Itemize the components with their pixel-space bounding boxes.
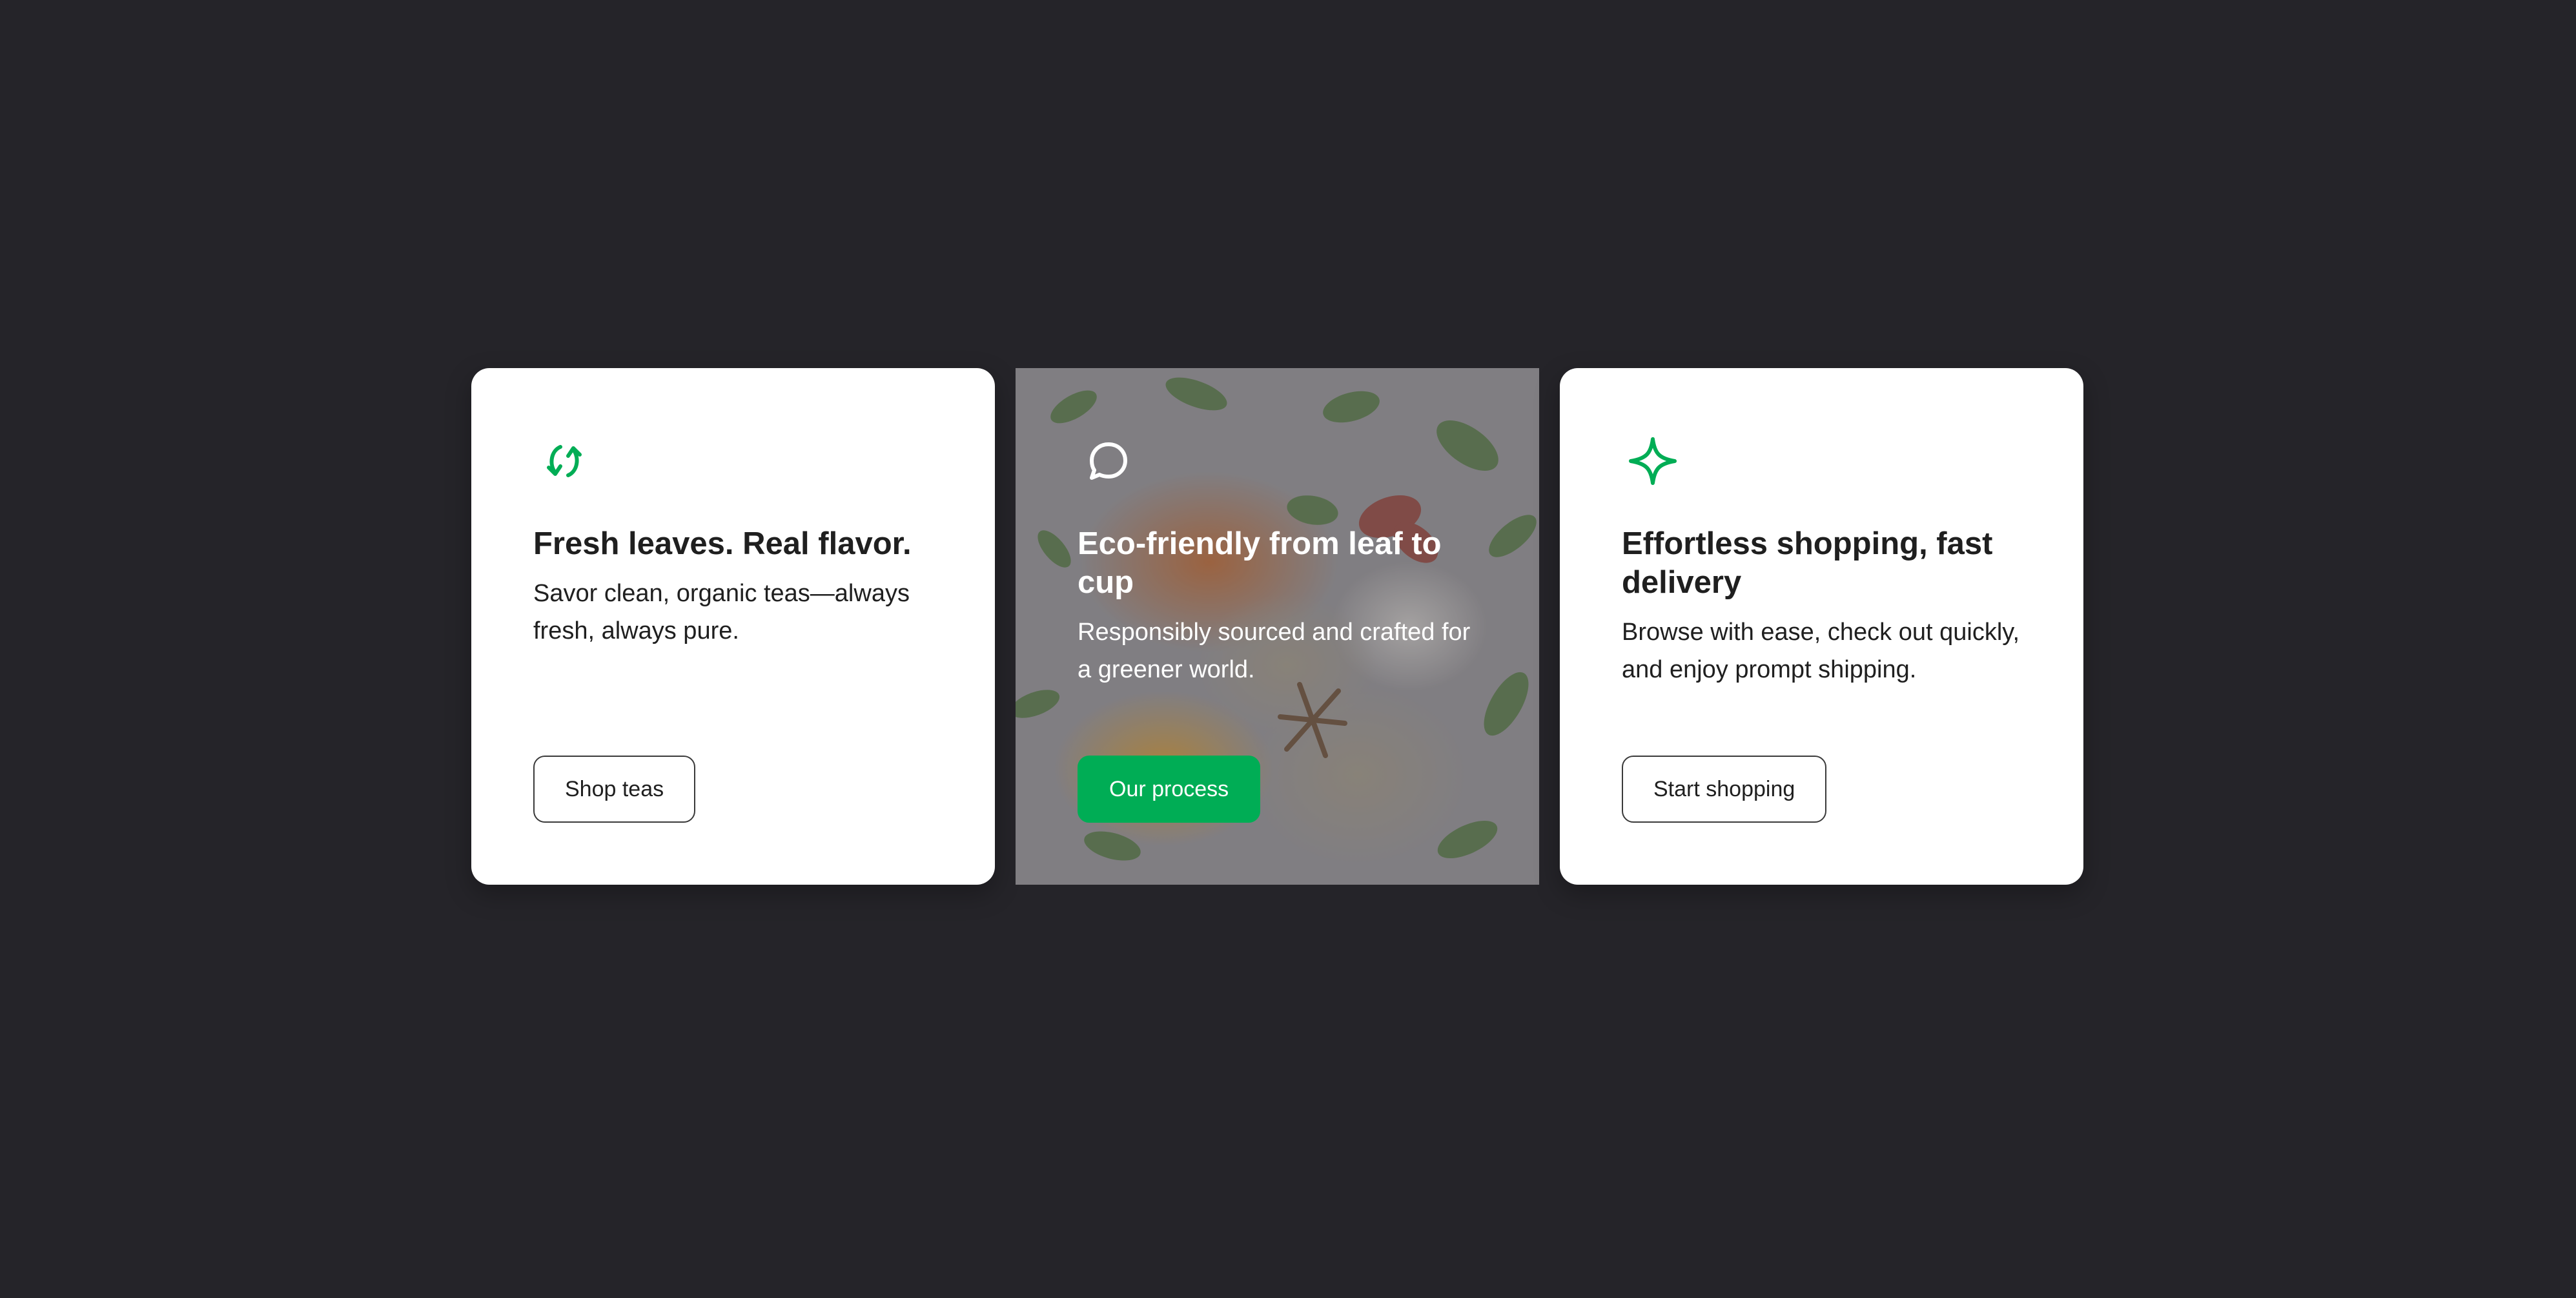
feature-card-fresh-leaves: Fresh leaves. Real flavor. Savor clean, … — [471, 368, 995, 885]
card-content: Fresh leaves. Real flavor. Savor clean, … — [533, 430, 933, 823]
card-description: Browse with ease, check out quickly, and… — [1622, 619, 2020, 683]
start-shopping-button[interactable]: Start shopping — [1622, 756, 1827, 823]
card-content: Eco-friendly from leaf to cup Responsibl… — [1078, 430, 1477, 823]
card-content: Effortless shopping, fast delivery Brows… — [1622, 430, 2021, 823]
shop-teas-button[interactable]: Shop teas — [533, 756, 696, 823]
card-description: Savor clean, organic teas—always fresh, … — [533, 580, 910, 644]
chat-bubble-icon — [1090, 442, 1127, 480]
card-title: Fresh leaves. Real flavor. — [533, 526, 912, 561]
our-process-button[interactable]: Our process — [1078, 756, 1261, 823]
card-title: Eco-friendly from leaf to cup — [1078, 526, 1442, 600]
card-description: Responsibly sourced and crafted for a gr… — [1078, 619, 1471, 683]
card-title: Effortless shopping, fast delivery — [1622, 526, 1993, 600]
feature-card-effortless-shopping: Effortless shopping, fast delivery Brows… — [1560, 368, 2083, 885]
feature-card-eco-friendly: Eco-friendly from leaf to cup Responsibl… — [1016, 368, 1539, 885]
refresh-arrows-icon — [547, 445, 582, 477]
sparkle-icon — [1629, 437, 1677, 485]
feature-cards: Fresh leaves. Real flavor. Savor clean, … — [471, 368, 2083, 885]
